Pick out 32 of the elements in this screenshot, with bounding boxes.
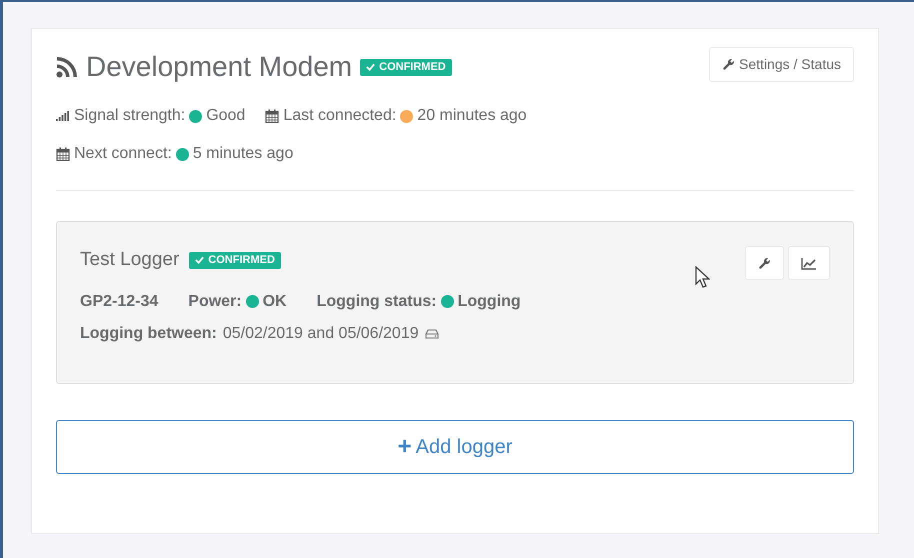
signal-icon (56, 110, 70, 122)
confirmed-badge: CONFIRMED (189, 252, 281, 269)
stat-value: 20 minutes ago (417, 106, 527, 126)
logger-title: Test Logger (80, 248, 180, 272)
stat-value: 5 minutes ago (192, 144, 294, 164)
modem-title: Development Modem (86, 53, 352, 81)
settings-button[interactable]: Settings / Status (709, 47, 854, 82)
cursor-icon (695, 266, 710, 288)
stat-label: Signal strength: (74, 106, 186, 126)
check-icon (195, 256, 204, 264)
status-value: Logging (458, 292, 521, 312)
chart-button[interactable] (788, 246, 830, 280)
wrench-icon (722, 58, 736, 71)
settings-icon-button[interactable] (745, 246, 784, 280)
period-value: 05/02/2019 and 05/06/2019 (222, 324, 419, 344)
stat-label: Next connect: (74, 144, 172, 164)
add-logger-button[interactable]: + Add logger (56, 420, 854, 474)
stat-label: Last connected: (283, 106, 396, 126)
status-label: Power: (188, 292, 242, 312)
logger-serial: GP2-12-34 (80, 292, 158, 312)
rss-icon (56, 56, 78, 78)
check-icon (366, 63, 376, 71)
status-label: Logging status: (316, 292, 437, 312)
status-value: OK (262, 292, 287, 312)
line-chart-icon (801, 256, 817, 270)
drive-icon (424, 328, 439, 338)
confirmed-badge: CONFIRMED (360, 58, 452, 76)
stat-value: Good (206, 106, 246, 126)
period-label: Logging between: (80, 324, 217, 344)
wrench-icon (758, 256, 771, 270)
calendar-icon (265, 109, 280, 123)
calendar-icon (56, 147, 70, 161)
